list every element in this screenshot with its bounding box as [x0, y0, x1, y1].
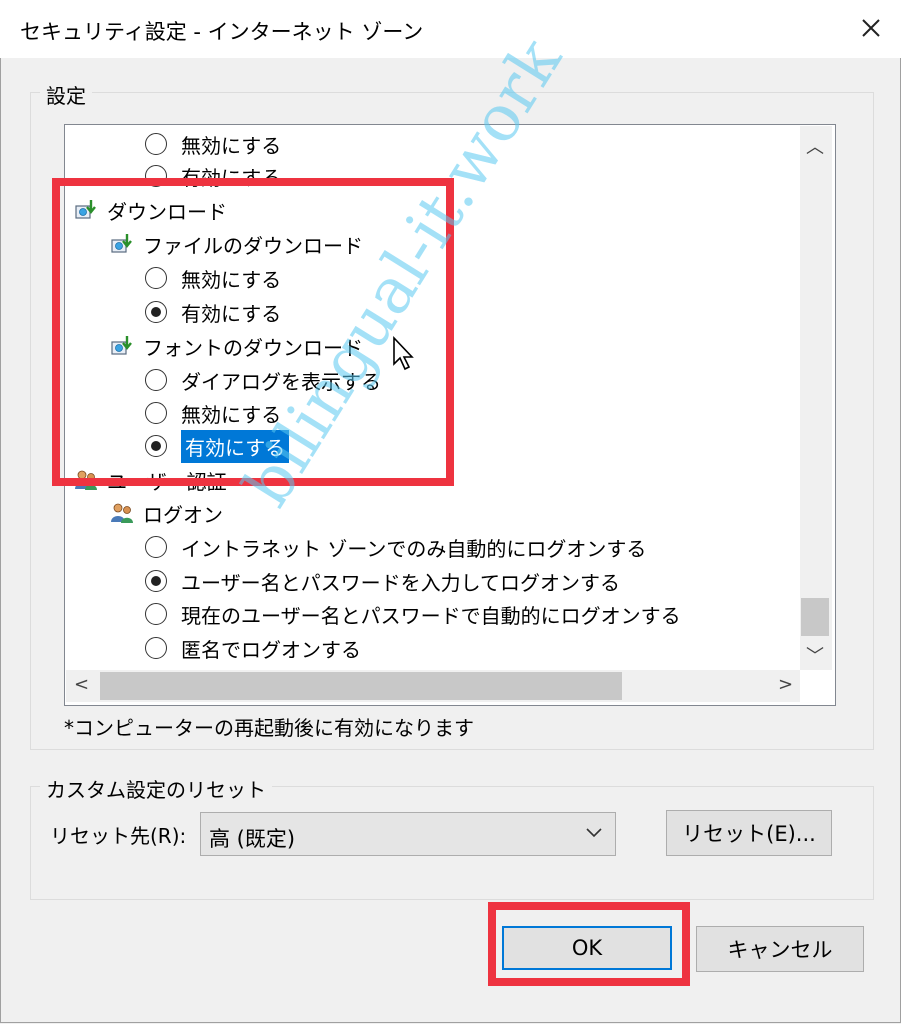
radio-button[interactable] [145, 133, 167, 155]
reset-group-label: カスタム設定のリセット [40, 774, 272, 803]
tree-option[interactable]: 匿名でログオンする [145, 633, 361, 663]
tree-row-label: 現在のユーザー名とパスワードで自動的にログオンする [181, 603, 681, 628]
scroll-up-icon[interactable]: ︿ [806, 133, 824, 159]
title-bar: セキュリティ設定 - インターネット ゾーン [0, 0, 901, 58]
tree-option[interactable]: 現在のユーザー名とパスワードで自動的にログオンする [145, 599, 681, 629]
reset-level-value: 高 (既定) [209, 827, 296, 851]
scroll-down-icon[interactable]: ﹀ [806, 642, 824, 668]
mouse-cursor-icon [393, 336, 414, 371]
tree-row-label: 無効にする [181, 133, 282, 158]
vertical-scroll-thumb[interactable] [801, 598, 829, 636]
restart-note: *コンピューターの再起動後に有効になります [64, 716, 474, 740]
radio-button[interactable] [145, 637, 167, 659]
settings-group-label: 設定 [40, 80, 92, 109]
radio-button[interactable] [145, 536, 167, 558]
horizontal-scroll-thumb[interactable] [100, 672, 622, 700]
tree-option[interactable]: イントラネット ゾーンでのみ自動的にログオンする [145, 532, 646, 562]
ok-highlight-box [488, 902, 690, 986]
tree-category[interactable]: ログオン [109, 498, 223, 528]
reset-to-label: リセット先(R): [50, 824, 187, 848]
cancel-button[interactable]: キャンセル [696, 926, 864, 972]
tree-option[interactable]: 無効にする [145, 129, 281, 159]
scroll-left-icon[interactable]: < [74, 674, 89, 695]
radio-button[interactable] [145, 570, 167, 592]
tree-row-label: イントラネット ゾーンでのみ自動的にログオンする [181, 536, 647, 561]
user-auth-icon [111, 503, 133, 523]
vertical-scrollbar[interactable] [800, 126, 832, 670]
tree-row-label: 匿名でログオンする [181, 637, 361, 662]
tree-option[interactable]: ユーザー名とパスワードを入力してログオンする [145, 566, 620, 596]
tree-row-label: ユーザー名とパスワードを入力してログオンする [181, 570, 620, 595]
window-title: セキュリティ設定 - インターネット ゾーン [20, 20, 424, 44]
chevron-down-icon [586, 828, 602, 838]
reset-button[interactable]: リセット(E)... [666, 810, 832, 856]
close-icon[interactable] [855, 12, 887, 44]
reset-level-select[interactable]: 高 (既定) [200, 812, 616, 856]
scroll-right-icon[interactable]: > [778, 674, 793, 695]
tree-row-label: ログオン [143, 502, 223, 527]
radio-button[interactable] [145, 603, 167, 625]
